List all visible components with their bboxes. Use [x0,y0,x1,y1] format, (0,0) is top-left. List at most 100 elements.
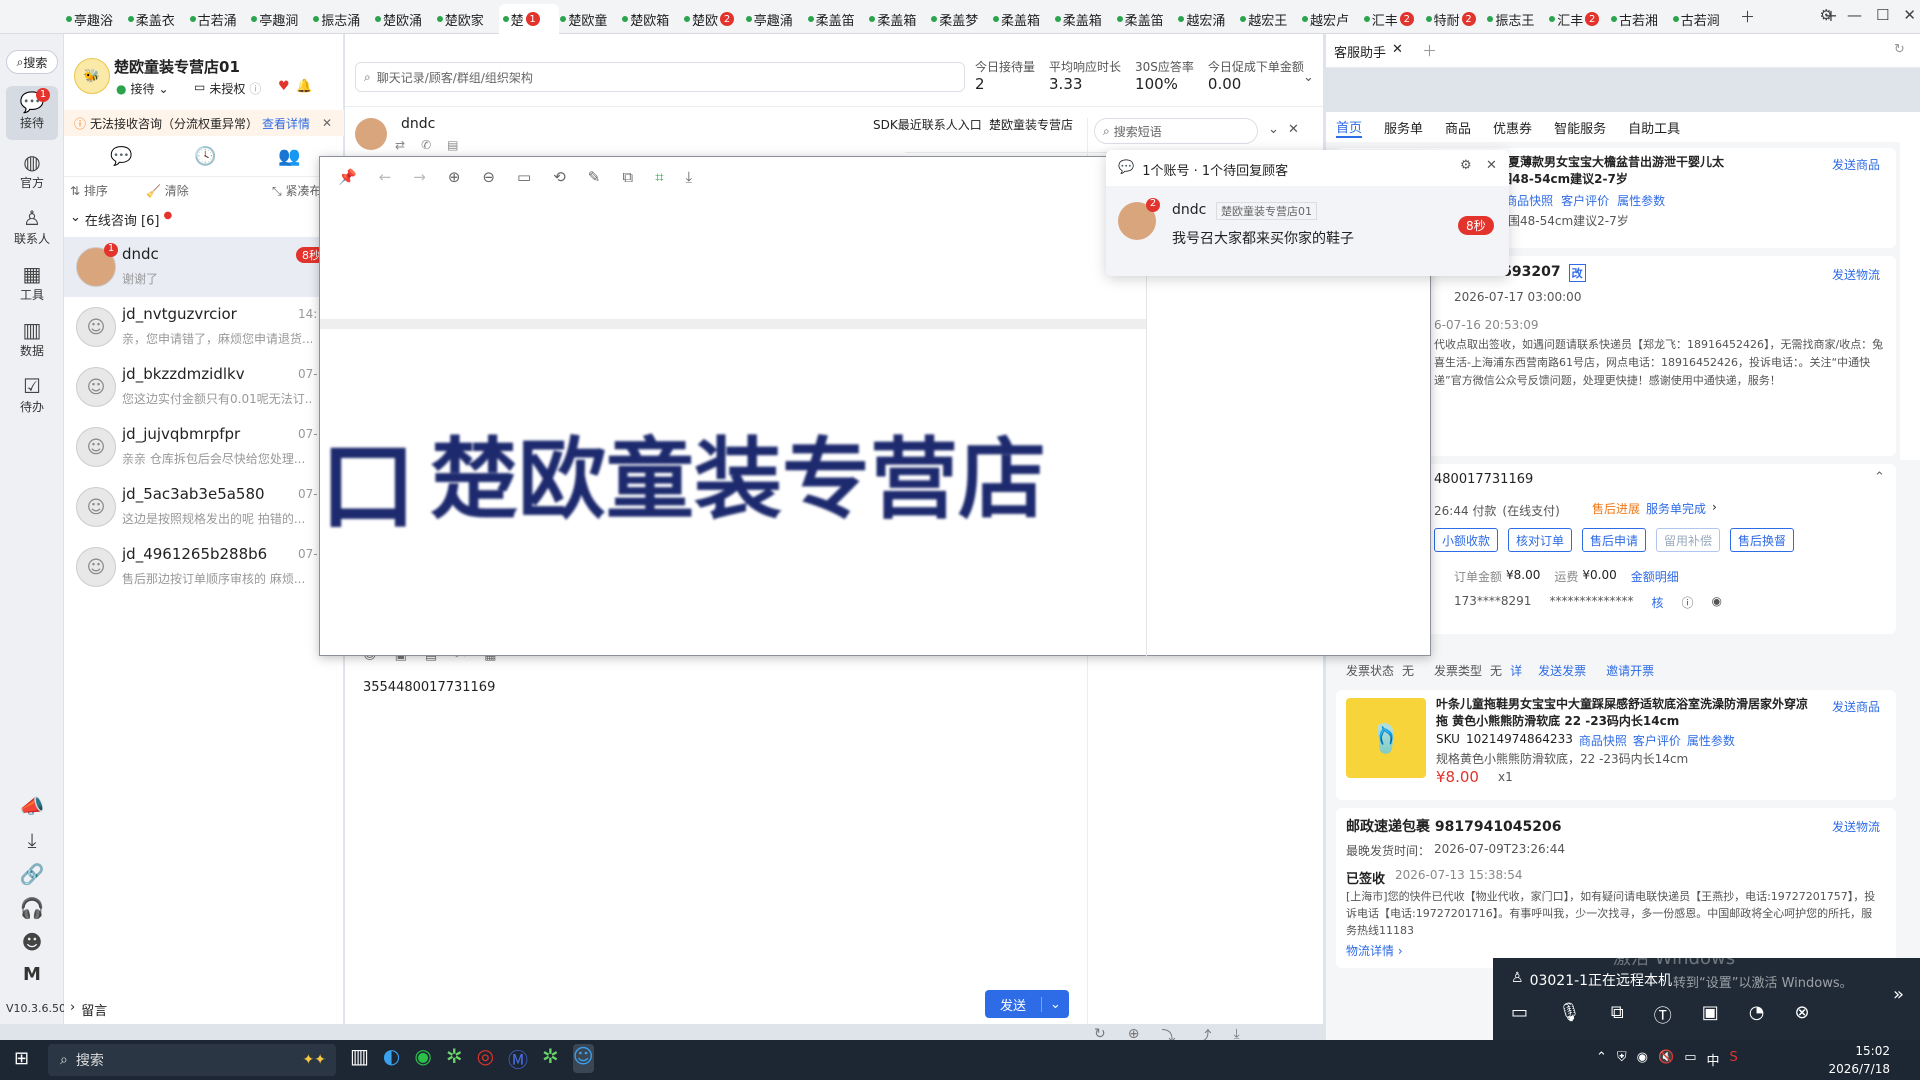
session-item[interactable]: dndc 谢谢了 1 8秒 [64,237,344,297]
maximize-icon[interactable]: ☐ [1876,6,1889,28]
message-icon[interactable]: ▭ [1511,1002,1528,1028]
tab-25[interactable]: 古若湘 [1611,9,1671,29]
send-logistics-button[interactable]: 发送物流 [1832,266,1880,283]
ocr-icon[interactable]: ⌗ [655,168,663,186]
clear-button[interactable]: 🧹 清除 [146,182,189,199]
aftersale-exchange-button[interactable]: 售后换督 [1730,528,1794,552]
bell-icon[interactable]: 🔔 [296,79,312,94]
decrypt-button[interactable]: 核 [1651,594,1663,611]
message-input[interactable]: 3554480017731169 [363,680,495,695]
chat-list-tab-icon[interactable]: 💬 [110,146,132,167]
logistics-detail-link[interactable]: 物流详情 › [1346,942,1403,959]
clock[interactable]: 15:02 2026/7/18 [1790,1042,1890,1078]
user-switch-icon[interactable]: ◔ [1749,1002,1765,1028]
session-item[interactable]: ☺ jd_jujvqbmrpfpr 亲亲 仓库拆包后会尽快给您处理... 07- [64,417,344,477]
text-icon[interactable]: Ⓣ [1654,1002,1672,1028]
tab-2[interactable]: 古若涌 [189,9,250,29]
tab-1[interactable]: 柔盖衣 [127,9,188,29]
headset-icon[interactable]: 🎧 [6,896,58,920]
arrow-left-icon[interactable]: ← [379,168,392,186]
collapse-icon[interactable]: ⌄ [1268,122,1279,137]
close-icon[interactable]: ✕ [1903,6,1916,28]
screen-share-icon[interactable]: ⧉ [1611,1002,1624,1028]
edit-button[interactable]: 改 [1568,264,1586,282]
tab-home[interactable]: 首页 [1336,117,1363,138]
tab-7[interactable]: 楚1 [498,4,559,34]
rail-search-button[interactable]: ⌕ 搜索 [6,50,58,74]
status-dropdown[interactable]: ● 接待 ⌄ [116,80,169,97]
actual-size-icon[interactable]: ▭ [517,168,531,186]
auth-status[interactable]: ▭ 未授权 ⓘ [194,80,261,97]
tab-6[interactable]: 楚欧家 [436,9,497,29]
message-section[interactable]: › 留言 [70,1000,107,1019]
phone-icon[interactable]: ✆ [421,138,431,152]
rail-item-todo[interactable]: ☑ 待办 [6,374,58,415]
review-link[interactable]: 客户评价 [1633,732,1681,749]
tab-10[interactable]: 楚欧 2 [684,9,744,29]
app-circle-icon[interactable]: ◎ [477,1044,494,1073]
close-icon[interactable]: ✕ [1392,42,1403,61]
tab-18[interactable]: 越宏涌 [1178,9,1238,29]
add-tab-icon[interactable]: ＋ [1740,6,1755,28]
invoice-detail-link[interactable]: 详 [1510,662,1522,679]
rail-item-official[interactable]: ◍ 官方 [6,150,58,191]
send-product-button[interactable]: 发送商品 [1832,156,1880,173]
wechat-tray-icon[interactable]: ◉ [1637,1050,1648,1069]
tab-self[interactable]: 自助工具 [1628,118,1680,137]
session-item[interactable]: ☺ jd_nvtguzvrcior 亲，您申请错了，麻烦您申请退货... 14: [64,297,344,357]
tab-product[interactable]: 商品 [1445,118,1471,137]
card-icon[interactable]: ▤ [447,138,458,152]
check-order-button[interactable]: 核对订单 [1508,528,1572,552]
send-logistics-button[interactable]: 发送物流 [1832,818,1880,835]
close-panel-icon[interactable]: ✕ [1288,122,1299,137]
sort-button[interactable]: ⇅ 排序 [70,182,108,199]
rail-item-tools[interactable]: ▦ 工具 [6,262,58,303]
snapshot-link[interactable]: 商品快照 [1579,732,1627,749]
chevron-up-icon[interactable]: ⌃ [1874,470,1885,485]
online-section-header[interactable]: ⌄ 在线咨询 [6] ● [70,210,172,229]
arrow-right-icon[interactable]: → [413,168,426,186]
wechat-icon[interactable]: ◉ [414,1044,431,1073]
tab-22[interactable]: 特耐 2 [1425,9,1486,29]
tab-3[interactable]: 亭趣涧 [251,9,311,29]
refresh-icon[interactable]: ↻ [1894,42,1905,57]
tab-12[interactable]: 柔盖笛 [807,9,868,29]
session-item[interactable]: ☺ jd_5ac3ab3e5a580 这边是按照规格发出的呢 拍错的... 07- [64,477,344,537]
close-icon[interactable]: ✕ [1486,158,1497,173]
task-view-icon[interactable]: ▥ [350,1044,369,1073]
app-m-icon[interactable]: Ⓜ [508,1044,528,1073]
tab-service[interactable]: 服务单 [1384,118,1423,137]
mute-icon[interactable]: 🔇 [1658,1050,1674,1069]
amount-detail-link[interactable]: 金额明细 [1631,568,1679,585]
robot-icon[interactable]: ☻ [6,930,58,954]
eye-icon[interactable]: ◉ [1711,594,1721,611]
compensate-button[interactable]: 留用补偿 [1656,528,1720,552]
sogou-icon[interactable]: S [1730,1050,1738,1069]
zoom-out-icon[interactable]: ⊖ [482,168,495,186]
sdk-entry-link[interactable]: SDK最近联系人入口 [873,116,982,133]
taskbar-search[interactable]: ⌕ 搜索 ✦✦ [48,1044,336,1076]
attr-link[interactable]: 属性参数 [1687,732,1735,749]
tab-23[interactable]: 振志王 [1487,9,1547,29]
tab-26[interactable]: 古若涧 [1672,9,1733,29]
stop-icon[interactable]: ⊗ [1794,1002,1809,1028]
history-tab-icon[interactable]: 🕓 [194,146,216,167]
megaphone-icon[interactable]: 📣 [6,794,58,818]
close-alert-icon[interactable]: ✕ [322,116,332,130]
tab-16[interactable]: 柔盖箱 [1054,9,1115,29]
app-star-icon[interactable]: ✲ [446,1044,463,1073]
send-button[interactable]: 发送 ⌄ [985,990,1069,1018]
global-search-input[interactable]: ⌕ 聊天记录/顾客/群组/组织架构 [355,62,965,92]
popup-item[interactable]: 2 dndc 楚欧童装专营店01 我号召大家都来买你家的鞋子 8秒 [1106,186,1509,276]
heart-icon[interactable]: ♥ [278,79,290,94]
windows-start-icon[interactable]: ⊞ [14,1048,29,1069]
tab-9[interactable]: 楚欧箱 [622,9,682,29]
aftersale-row[interactable]: 售后进展 服务单完成 › [1592,500,1717,517]
ime-indicator[interactable]: 中 [1707,1050,1720,1069]
send-product-button[interactable]: 发送商品 [1832,698,1880,715]
session-item[interactable]: ☺ jd_4961265b288b6 售后那边按订单顺序审核的 麻烦... 07- [64,537,344,597]
alert-detail-link[interactable]: 查看详情 [262,115,310,132]
tab-21[interactable]: 汇丰 2 [1363,9,1424,29]
tab-24[interactable]: 汇丰 2 [1549,9,1609,29]
download-icon[interactable]: ⤓ [6,828,58,852]
